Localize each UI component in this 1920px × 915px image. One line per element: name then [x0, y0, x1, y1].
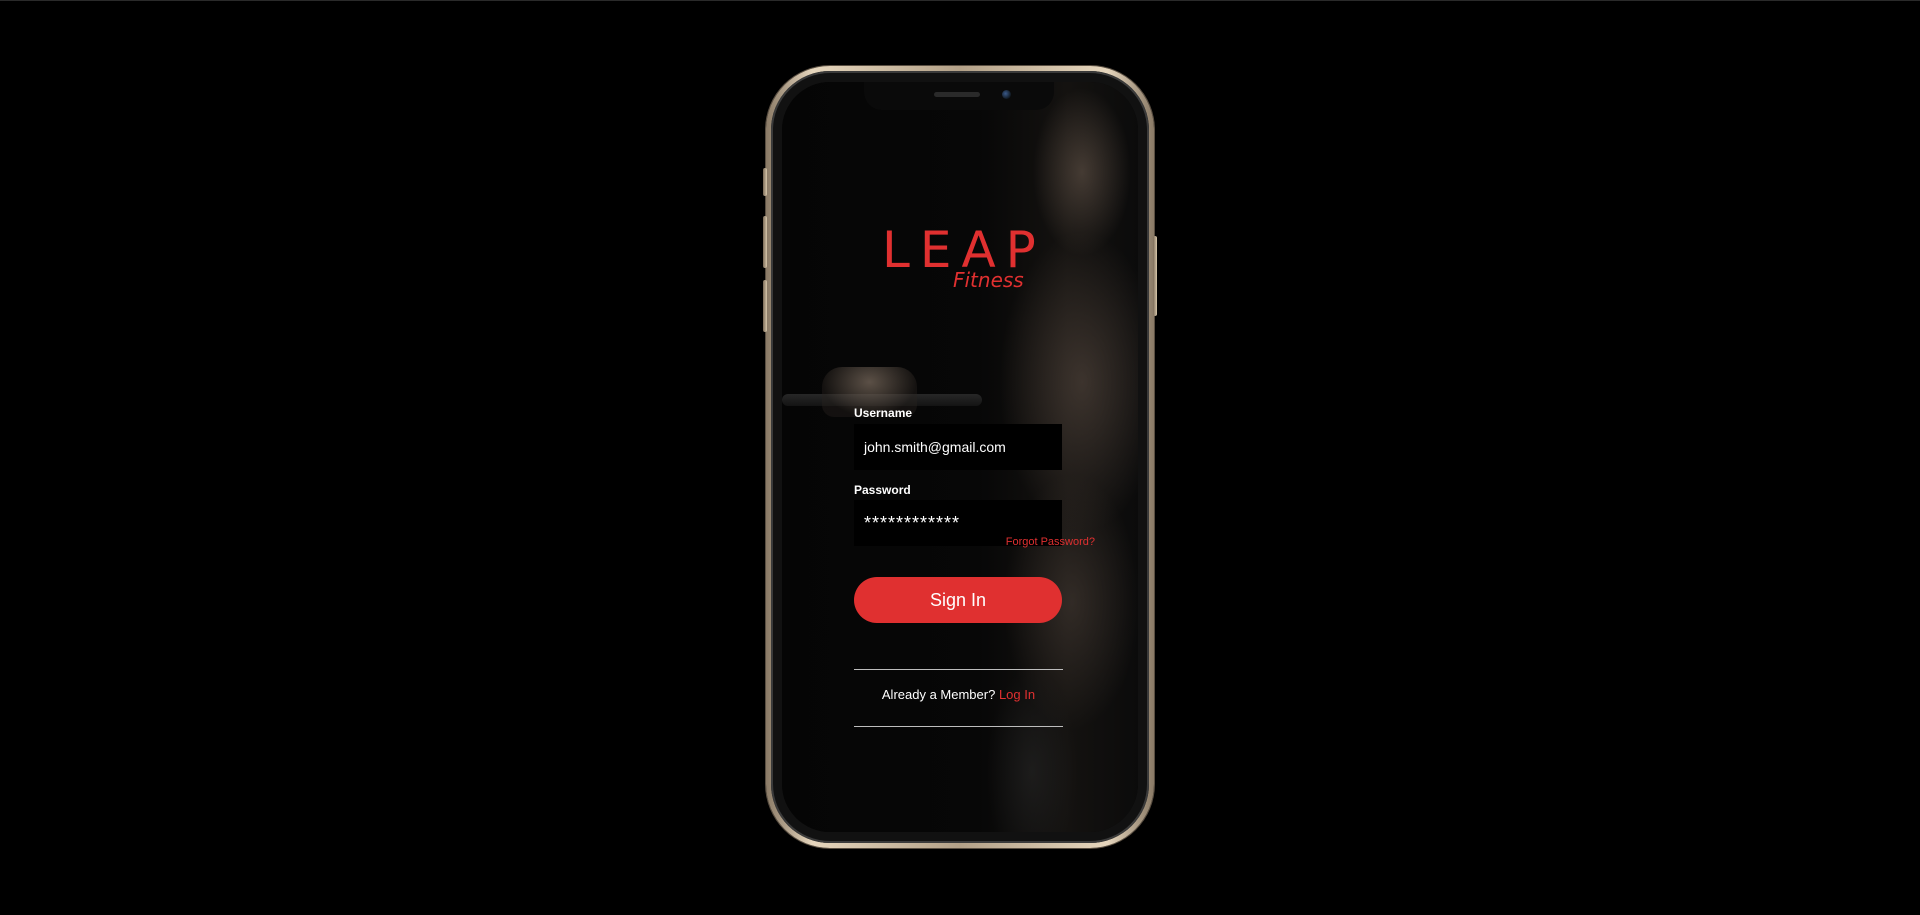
divider-top: [854, 669, 1063, 670]
divider-bottom: [854, 726, 1063, 727]
logo-subtitle: Fitness: [953, 268, 1024, 292]
side-button-power: [1153, 236, 1157, 316]
canvas: LEAP Fitness Username john.smith@gmail.c…: [0, 0, 1920, 915]
username-field[interactable]: john.smith@gmail.com: [854, 424, 1062, 470]
member-prompt-text: Already a Member?: [881, 687, 999, 702]
forgot-password-link[interactable]: Forgot Password?: [1006, 536, 1095, 548]
side-button-volume-down: [763, 280, 767, 332]
log-in-link[interactable]: Log In: [999, 687, 1035, 702]
side-button-silent: [763, 168, 767, 196]
password-label: Password: [854, 483, 911, 497]
phone-notch: [864, 82, 1054, 110]
top-divider: [0, 0, 1920, 1]
side-button-volume-up: [763, 216, 767, 268]
username-label: Username: [854, 406, 913, 420]
member-prompt: Already a Member? Log In: [854, 687, 1063, 702]
front-camera: [1002, 90, 1011, 99]
phone-screen: LEAP Fitness Username john.smith@gmail.c…: [782, 82, 1138, 832]
speaker-grille: [934, 92, 980, 97]
sign-in-button[interactable]: Sign In: [854, 577, 1062, 623]
phone-frame: LEAP Fitness Username john.smith@gmail.c…: [763, 66, 1157, 848]
